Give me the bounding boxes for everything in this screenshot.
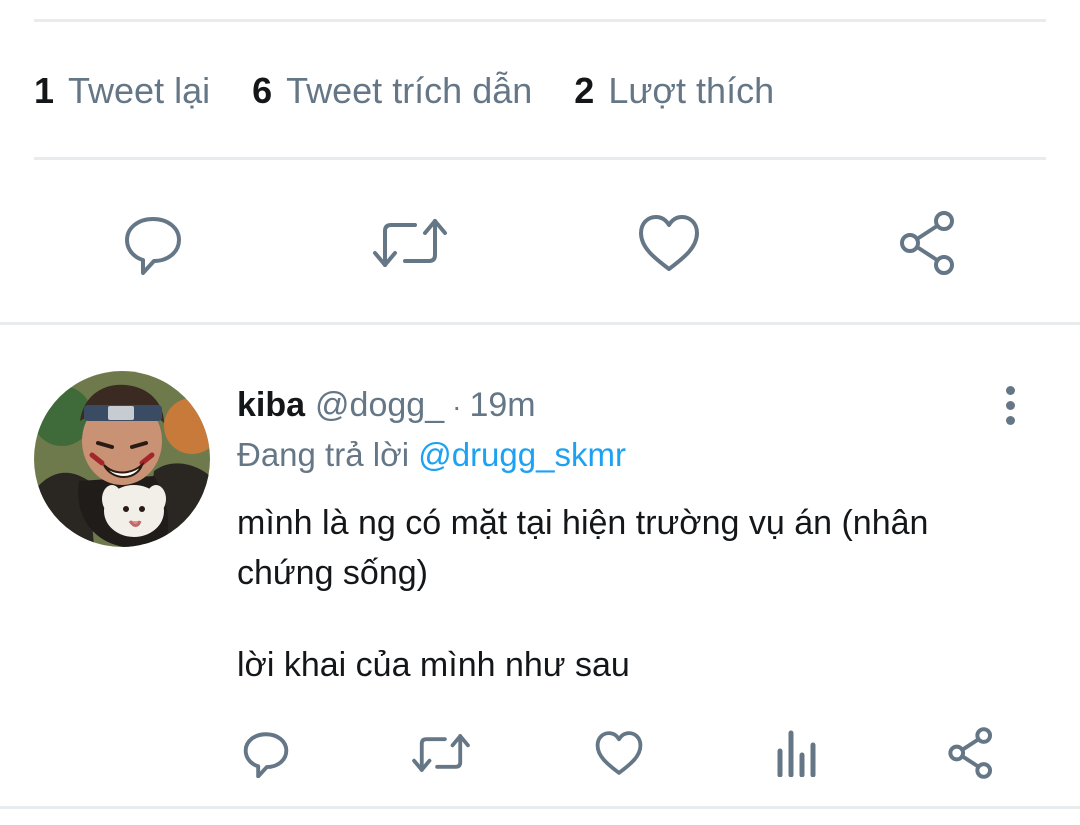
likes-label: Lượt thích bbox=[608, 70, 775, 111]
more-dot-icon bbox=[1005, 400, 1015, 410]
retweet-icon bbox=[373, 218, 447, 267]
likes-stat[interactable]: 2 Lượt thích bbox=[574, 70, 774, 112]
analytics-icon bbox=[777, 730, 816, 777]
retweets-stat[interactable]: 1 Tweet lại bbox=[34, 70, 210, 112]
retweet-button[interactable] bbox=[411, 725, 471, 781]
analytics-button[interactable] bbox=[768, 725, 824, 781]
separator-dot: · bbox=[452, 391, 462, 422]
share-icon bbox=[948, 727, 993, 779]
replying-to-handle[interactable]: @drugg_skmr bbox=[418, 436, 626, 473]
more-options-button[interactable] bbox=[990, 380, 1030, 430]
author-handle[interactable]: @dogg_ bbox=[315, 386, 444, 425]
reply-tweet[interactable]: kiba @dogg_ · 19m Đang trả lời @drugg_sk… bbox=[0, 328, 1080, 806]
quote-tweets-count: 6 bbox=[252, 70, 273, 111]
like-icon bbox=[639, 214, 699, 271]
quote-tweets-stat[interactable]: 6 Tweet trích dẫn bbox=[252, 70, 532, 112]
likes-count: 2 bbox=[574, 70, 595, 111]
share-button[interactable] bbox=[888, 205, 968, 280]
reply-icon bbox=[243, 732, 289, 778]
top-divider bbox=[34, 19, 1046, 22]
quote-tweets-label: Tweet trích dẫn bbox=[286, 70, 533, 111]
retweet-button[interactable] bbox=[370, 205, 450, 280]
avatar[interactable] bbox=[34, 371, 210, 547]
tweet-text: mình là ng có mặt tại hiện trường vụ án … bbox=[237, 498, 997, 690]
engagement-stats: 1 Tweet lại 6 Tweet trích dẫn 2 Lượt thí… bbox=[34, 70, 816, 112]
like-icon bbox=[595, 731, 643, 775]
tweet-paragraph: mình là ng có mặt tại hiện trường vụ án … bbox=[237, 504, 929, 592]
more-dot-icon bbox=[1005, 415, 1015, 425]
replying-to-label: Đang trả lời bbox=[237, 436, 410, 473]
tweet-paragraph: lời khai của mình như sau bbox=[237, 646, 630, 684]
retweets-count: 1 bbox=[34, 70, 55, 111]
reply-button[interactable] bbox=[238, 725, 294, 781]
reply-icon bbox=[125, 216, 181, 275]
stats-divider bbox=[34, 157, 1046, 160]
more-dot-icon bbox=[1005, 385, 1015, 395]
main-tweet-actions bbox=[0, 205, 1080, 280]
tweet-timestamp[interactable]: 19m bbox=[469, 386, 535, 425]
like-button[interactable] bbox=[629, 205, 709, 280]
tweet-detail-screen: 1 Tweet lại 6 Tweet trích dẫn 2 Lượt thí… bbox=[0, 0, 1080, 825]
share-icon bbox=[900, 210, 954, 275]
like-button[interactable] bbox=[591, 725, 647, 781]
retweet-icon bbox=[412, 734, 470, 772]
section-divider bbox=[0, 322, 1080, 325]
retweets-label: Tweet lại bbox=[68, 70, 211, 111]
tweet-header: kiba @dogg_ · 19m bbox=[237, 386, 536, 425]
avatar-image bbox=[34, 371, 210, 547]
bottom-divider bbox=[0, 806, 1080, 809]
replying-to: Đang trả lời @drugg_skmr bbox=[237, 436, 626, 474]
share-button[interactable] bbox=[941, 723, 1001, 783]
reply-button[interactable] bbox=[113, 205, 193, 280]
author-name[interactable]: kiba bbox=[237, 386, 305, 425]
